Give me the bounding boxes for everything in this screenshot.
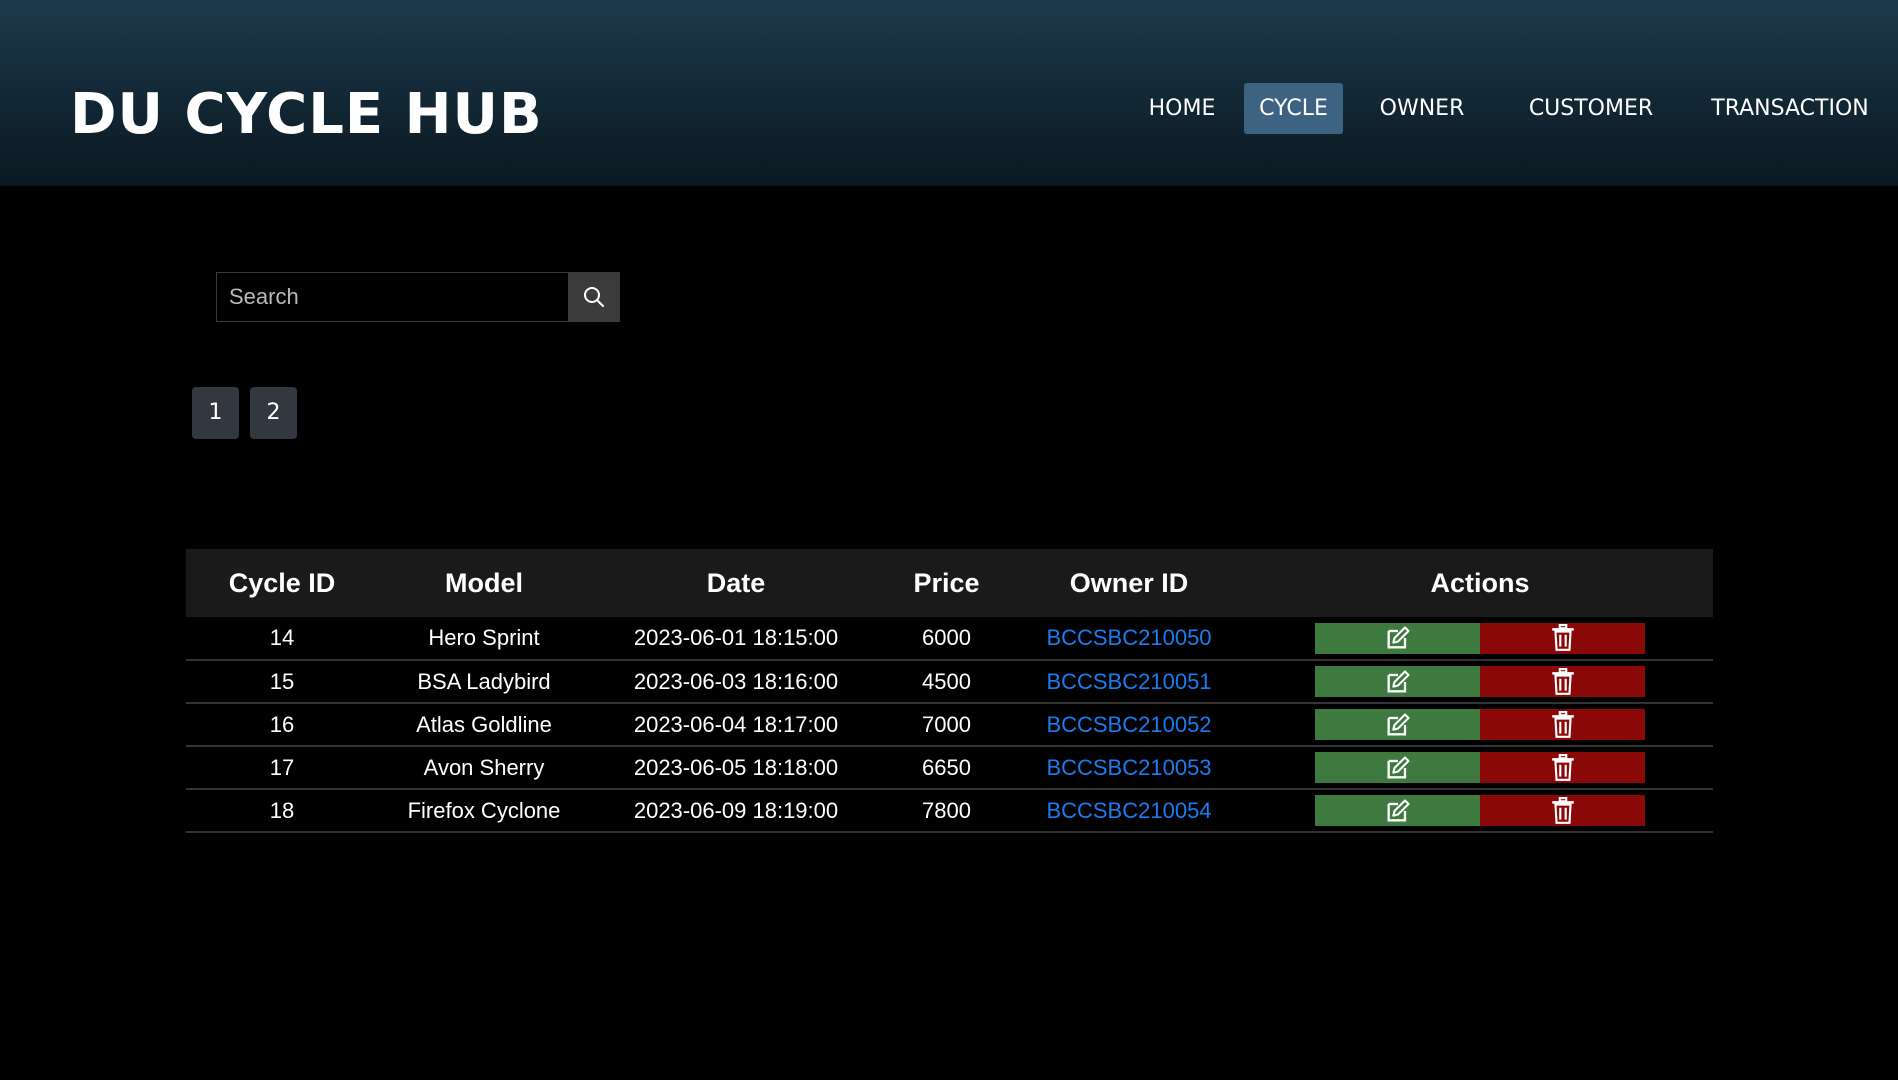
cell-model: Avon Sherry <box>423 754 545 780</box>
owner-id-link[interactable]: BCCSBC210051 <box>1011 660 1247 703</box>
nav-transaction[interactable]: TRANSACTION <box>1692 83 1888 134</box>
cell-model: BSA Ladybird <box>417 668 551 694</box>
col-price: Price <box>913 567 980 598</box>
edit-icon <box>1387 712 1410 735</box>
table-row: 14 Hero Sprint 2023-06-01 18:15:00 6000 BCCS… <box>186 617 1713 660</box>
cell-cycle-id: 16 <box>269 711 295 737</box>
search-icon <box>583 287 604 308</box>
search-button[interactable] <box>568 273 619 321</box>
table-row: 16 Atlas Goldline 2023-06-04 18:17:00 7000 B… <box>186 703 1713 746</box>
delete-button[interactable] <box>1480 795 1645 826</box>
owner-id-link[interactable]: BCCSBC210052 <box>1011 703 1247 746</box>
cell-price: 4500 <box>922 668 971 694</box>
trash-icon <box>1551 624 1574 651</box>
owner-id-link[interactable]: BCCSBC210050 <box>1011 617 1247 660</box>
trash-icon <box>1551 710 1574 738</box>
edit-icon <box>1387 669 1410 692</box>
col-cycle-id: Cycle ID <box>228 567 336 598</box>
table-row: 15 BSA Ladybird 2023-06-03 18:16:00 4500 BCC… <box>186 660 1713 703</box>
trash-icon <box>1551 796 1574 824</box>
cell-cycle-id: 18 <box>269 797 295 823</box>
cell-date: 2023-06-04 18:17:00 <box>633 711 839 737</box>
cell-price: 6650 <box>922 754 971 780</box>
cell-price: 7000 <box>922 711 971 737</box>
cell-date: 2023-06-05 18:18:00 <box>633 754 839 780</box>
edit-button[interactable] <box>1315 666 1480 697</box>
table-header-row: Cycle ID Model Date Price Owner ID Actio… <box>186 549 1713 617</box>
cell-date: 2023-06-03 18:16:00 <box>633 668 839 694</box>
cell-model: Atlas Goldline <box>416 711 552 737</box>
cell-price: 6000 <box>922 625 971 650</box>
edit-button[interactable] <box>1315 752 1480 783</box>
top-header: DU CYCLE HUB HOME CYCLE OWNER CUSTOMER T… <box>0 0 1898 186</box>
cell-actions <box>1247 789 1713 832</box>
edit-button[interactable] <box>1315 709 1480 740</box>
search-input[interactable] <box>217 273 569 321</box>
nav-owner[interactable]: OWNER <box>1360 83 1484 134</box>
cell-model: Firefox Cyclone <box>407 797 561 823</box>
brand-title: DU CYCLE HUB <box>70 82 543 147</box>
nav-home[interactable]: HOME <box>1132 83 1232 134</box>
delete-button[interactable] <box>1480 666 1645 697</box>
trash-icon <box>1551 667 1574 695</box>
owner-id-link[interactable]: BCCSBC210054 <box>1011 789 1247 832</box>
page-button-2[interactable]: 2 <box>250 387 297 439</box>
cell-actions <box>1247 617 1713 660</box>
delete-button[interactable] <box>1480 622 1645 654</box>
cell-actions <box>1247 746 1713 789</box>
cell-cycle-id: 17 <box>269 754 295 780</box>
col-owner-id: Owner ID <box>1069 567 1189 598</box>
search-bar <box>216 272 620 322</box>
cell-date: 2023-06-01 18:15:00 <box>633 625 839 650</box>
cell-actions <box>1247 660 1713 703</box>
cell-cycle-id: 14 <box>269 625 295 650</box>
table-row: 18 Firefox Cyclone 2023-06-09 18:19:00 7800… <box>186 789 1713 832</box>
delete-button[interactable] <box>1480 752 1645 783</box>
cell-actions <box>1247 703 1713 746</box>
edit-button[interactable] <box>1315 622 1480 654</box>
table-row: 17 Avon Sherry 2023-06-05 18:18:00 6650 BCCS… <box>186 746 1713 789</box>
cycle-table: Cycle ID Model Date Price Owner ID Actio… <box>186 549 1713 833</box>
page-button-1[interactable]: 1 <box>192 387 239 439</box>
col-date: Date <box>706 567 766 598</box>
cell-date: 2023-06-09 18:19:00 <box>633 797 839 823</box>
edit-button[interactable] <box>1315 795 1480 826</box>
col-actions: Actions <box>1430 567 1530 598</box>
edit-icon <box>1387 626 1410 649</box>
nav-cycle[interactable]: CYCLE <box>1244 83 1343 134</box>
owner-id-link[interactable]: BCCSBC210053 <box>1011 746 1247 789</box>
nav-customer[interactable]: CUSTOMER <box>1506 83 1676 134</box>
edit-icon <box>1387 798 1410 821</box>
col-model: Model <box>445 567 523 598</box>
cell-cycle-id: 15 <box>269 668 295 694</box>
trash-icon <box>1551 753 1574 781</box>
delete-button[interactable] <box>1480 709 1645 740</box>
cell-price: 7800 <box>922 797 971 823</box>
cell-model: Hero Sprint <box>428 625 540 650</box>
edit-icon <box>1387 755 1410 778</box>
